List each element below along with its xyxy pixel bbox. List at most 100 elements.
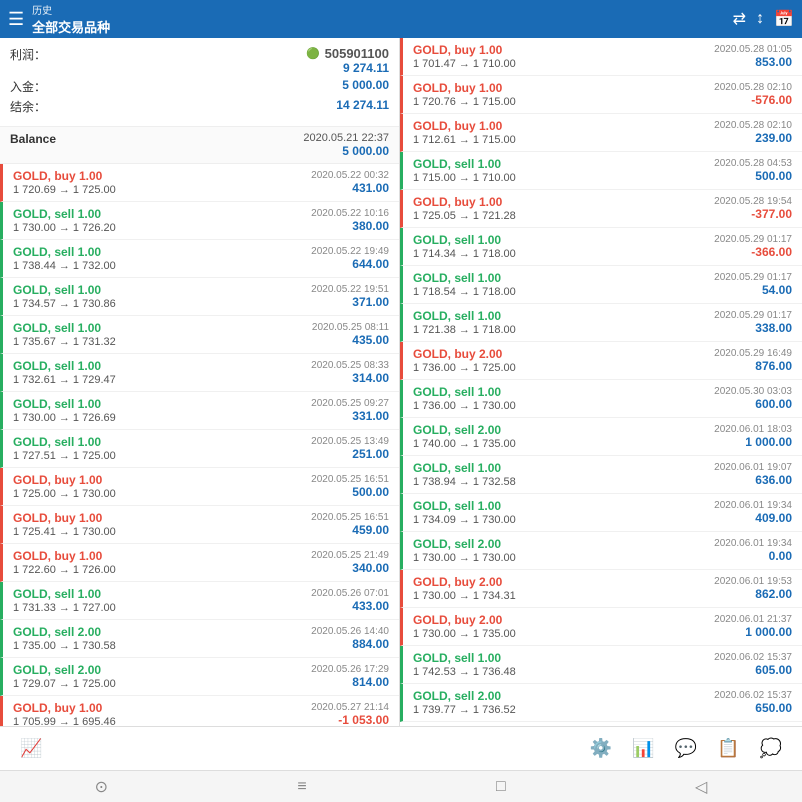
chart-icon[interactable]: 📈 (20, 738, 42, 759)
right-trade-item: GOLD, sell 1.00 1 714.34 → 1 718.00 2020… (400, 228, 802, 266)
trade-left: GOLD, sell 2.00 1 740.00 → 1 735.00 (413, 423, 714, 450)
trade-symbol: GOLD, sell 1.00 (13, 397, 311, 411)
wechat-icon: 🟢 (306, 47, 320, 60)
trade-symbol: GOLD, buy 2.00 (413, 575, 714, 589)
balance-entry-date: 2020.05.21 22:37 (303, 132, 389, 144)
trade-symbol: GOLD, buy 2.00 (413, 613, 714, 627)
square-icon[interactable]: □ (496, 778, 506, 796)
news-icon[interactable]: 📋 (717, 738, 739, 759)
trade-right: 2020.06.01 19:34 0.00 (714, 538, 792, 563)
trade-date: 2020.05.30 03:03 (714, 386, 792, 397)
header: ☰ 历史 全部交易品种 ⇄ ↕ 📅 (0, 0, 802, 38)
trade-profit: 433.00 (311, 599, 389, 613)
left-trade-item: GOLD, buy 1.00 1 725.00 → 1 730.00 2020.… (0, 468, 399, 506)
trade-prices: 1 736.00 → 1 730.00 (413, 400, 714, 412)
deposit-label: 入金： (10, 78, 46, 95)
trade-symbol: GOLD, sell 2.00 (413, 423, 714, 437)
trade-profit: -366.00 (714, 245, 792, 259)
trade-profit: 884.00 (311, 637, 389, 651)
trade-prices: 1 732.61 → 1 729.47 (13, 374, 311, 386)
chat-icon[interactable]: 💭 (760, 738, 782, 759)
trade-right: 2020.05.28 02:10 -576.00 (714, 82, 792, 107)
trade-date: 2020.06.01 21:37 (714, 614, 792, 625)
trade-left: GOLD, buy 1.00 1 701.47 → 1 710.00 (413, 43, 714, 70)
summary-section: 利润： 🟢 505901100 9 274.11 入金： 5 000.00 结余… (0, 38, 399, 127)
trade-symbol: GOLD, buy 1.00 (13, 549, 311, 563)
trade-symbol: GOLD, buy 1.00 (13, 473, 311, 487)
trade-date: 2020.05.25 21:49 (311, 550, 389, 561)
trade-date: 2020.05.25 09:27 (311, 398, 389, 409)
sort-icon[interactable]: ↕ (756, 10, 764, 28)
bottom-section: 📈 ⚙️ 📊 💬 📋 💭 ⊙ ≡ □ ◁ (0, 726, 802, 802)
trade-right: 2020.05.26 14:40 884.00 (311, 626, 389, 651)
trade-date: 2020.05.29 01:17 (714, 272, 792, 283)
trade-left: GOLD, buy 1.00 1 722.60 → 1 726.00 (13, 549, 311, 576)
trade-prices: 1 738.94 → 1 732.58 (413, 476, 714, 488)
trade-profit: 54.00 (714, 283, 792, 297)
message-icon[interactable]: 💬 (675, 738, 697, 759)
balance-label-summary: 结余： (10, 98, 46, 115)
trade-date: 2020.06.01 18:03 (714, 424, 792, 435)
trade-left: GOLD, sell 1.00 1 730.00 → 1 726.20 (13, 207, 311, 234)
calendar-icon[interactable]: 📅 (774, 9, 794, 29)
back-icon[interactable]: ◁ (695, 777, 707, 797)
trade-date: 2020.05.26 17:29 (311, 664, 389, 675)
trade-prices: 1 730.00 → 1 735.00 (413, 628, 714, 640)
analytics-icon[interactable]: 📊 (632, 738, 654, 759)
trade-date: 2020.05.25 16:51 (311, 474, 389, 485)
right-trade-item: GOLD, sell 1.00 1 715.00 → 1 710.00 2020… (400, 152, 802, 190)
trade-profit: 1 000.00 (714, 625, 792, 639)
trade-right: 2020.05.30 03:03 600.00 (714, 386, 792, 411)
right-trade-item: GOLD, sell 1.00 1 721.38 → 1 718.00 2020… (400, 304, 802, 342)
trade-profit: 1 000.00 (714, 435, 792, 449)
exchange-icon[interactable]: ⇄ (733, 9, 746, 29)
trade-prices: 1 715.00 → 1 710.00 (413, 172, 714, 184)
trade-symbol: GOLD, sell 1.00 (413, 309, 714, 323)
trade-prices: 1 701.47 → 1 710.00 (413, 58, 714, 70)
trade-prices: 1 727.51 → 1 725.00 (13, 450, 311, 462)
trade-prices: 1 712.61 → 1 715.00 (413, 134, 714, 146)
left-trade-item: GOLD, buy 1.00 1 705.99 → 1 695.46 2020.… (0, 696, 399, 726)
menu-icon[interactable]: ☰ (8, 9, 24, 30)
left-panel: 利润： 🟢 505901100 9 274.11 入金： 5 000.00 结余… (0, 38, 400, 726)
trade-profit: 435.00 (312, 333, 389, 347)
trade-right: 2020.05.28 01:05 853.00 (714, 44, 792, 69)
left-trade-item: GOLD, sell 1.00 1 735.67 → 1 731.32 2020… (0, 316, 399, 354)
right-trade-item: GOLD, sell 2.00 1 740.00 → 1 735.00 2020… (400, 418, 802, 456)
trade-right: 2020.06.01 18:03 1 000.00 (714, 424, 792, 449)
header-history-label: 历史 (32, 2, 110, 17)
trade-symbol: GOLD, sell 1.00 (413, 157, 714, 171)
trade-left: GOLD, sell 1.00 1 714.34 → 1 718.00 (413, 233, 714, 260)
right-trade-item: GOLD, sell 1.00 1 734.09 → 1 730.00 2020… (400, 494, 802, 532)
trade-prices: 1 734.09 → 1 730.00 (413, 514, 714, 526)
circle-icon[interactable]: ⊙ (95, 777, 108, 797)
menu-lines-icon[interactable]: ≡ (297, 778, 306, 796)
balance-entry-info: 2020.05.21 22:37 5 000.00 (303, 132, 389, 158)
right-trade-item: GOLD, buy 2.00 1 736.00 → 1 725.00 2020.… (400, 342, 802, 380)
left-trade-item: GOLD, sell 2.00 1 735.00 → 1 730.58 2020… (0, 620, 399, 658)
trade-date: 2020.05.29 01:17 (714, 310, 792, 321)
trade-right: 2020.05.22 10:16 380.00 (311, 208, 389, 233)
trade-prices: 1 721.38 → 1 718.00 (413, 324, 714, 336)
trade-profit: 644.00 (311, 257, 389, 271)
trade-prices: 1 725.41 → 1 730.00 (13, 526, 311, 538)
trade-symbol: GOLD, sell 2.00 (413, 689, 714, 703)
trade-symbol: GOLD, sell 1.00 (413, 461, 714, 475)
tools-icon[interactable]: ⚙️ (590, 738, 612, 759)
trade-prices: 1 739.77 → 1 736.52 (413, 704, 714, 716)
trade-left: GOLD, sell 2.00 1 729.07 → 1 725.00 (13, 663, 311, 690)
deposit-row: 入金： 5 000.00 (10, 78, 389, 95)
trade-date: 2020.05.25 08:33 (311, 360, 389, 371)
trade-right: 2020.05.27 21:14 -1 053.00 (311, 702, 389, 726)
trade-symbol: GOLD, buy 2.00 (413, 347, 714, 361)
left-trade-item: GOLD, sell 1.00 1 738.44 → 1 732.00 2020… (0, 240, 399, 278)
left-trade-item: GOLD, sell 1.00 1 730.00 → 1 726.69 2020… (0, 392, 399, 430)
trade-symbol: GOLD, sell 1.00 (413, 385, 714, 399)
trade-right: 2020.05.29 01:17 338.00 (714, 310, 792, 335)
trade-right: 2020.06.02 15:37 605.00 (714, 652, 792, 677)
trade-left: GOLD, sell 1.00 1 735.67 → 1 731.32 (13, 321, 312, 348)
trade-date: 2020.05.28 19:54 (714, 196, 792, 207)
trade-right: 2020.05.22 00:32 431.00 (311, 170, 389, 195)
trade-prices: 1 731.33 → 1 727.00 (13, 602, 311, 614)
trade-symbol: GOLD, buy 1.00 (13, 511, 311, 525)
